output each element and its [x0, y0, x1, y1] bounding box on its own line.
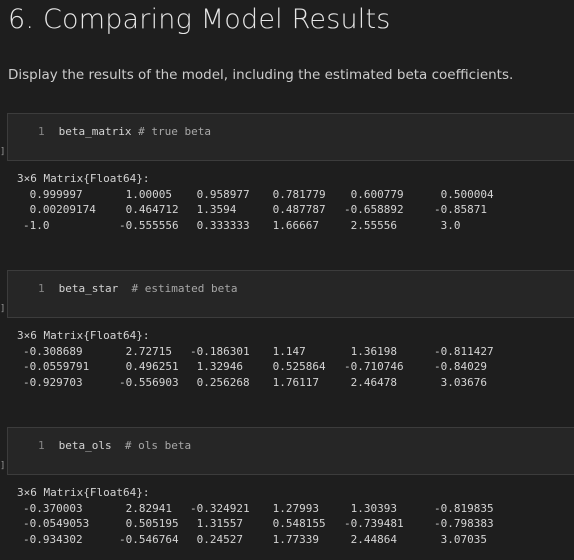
code-comment: # estimated beta	[131, 282, 238, 295]
matrix-cell: 2.44864	[344, 532, 397, 546]
output-matrix: 0.999997 1.00005 0.958977 0.781779 0.600…	[23, 187, 504, 234]
matrix-cell: 0.999997	[23, 187, 83, 201]
code-comment: # ols beta	[124, 439, 192, 452]
line-number: 1	[38, 439, 45, 452]
matrix-cell: 0.958977	[190, 187, 250, 201]
matrix-cell: 3.07035	[434, 532, 487, 546]
matrix-cell: 0.00209174	[23, 203, 96, 216]
matrix-cell: -0.186301	[190, 344, 250, 358]
matrix-cell: -0.0559791	[23, 360, 90, 373]
code-cell-beta-ols[interactable]: 1 beta_ols # ols beta	[7, 427, 574, 475]
matrix-cell: 1.76117	[266, 375, 319, 389]
matrix-row: -0.929703 -0.556903 0.256268 1.76117 2.46…	[23, 375, 504, 391]
code-line[interactable]: 1 beta_star # estimated beta	[38, 282, 237, 295]
output-header: 3×6 Matrix{Float64}:	[17, 486, 150, 499]
line-number: 1	[38, 282, 45, 295]
matrix-cell: 2.55556	[344, 218, 397, 232]
matrix-cell: -0.0549053	[23, 517, 90, 530]
code-text: beta_matrix	[58, 125, 132, 138]
cell-output-beta-ols: 3×6 Matrix{Float64}: -0.370003 2.82941 -0…	[17, 485, 504, 547]
matrix-cell: 0.505195	[119, 517, 179, 530]
matrix-cell: 1.66667	[266, 218, 319, 232]
matrix-cell: 3.03676	[434, 375, 487, 389]
matrix-cell: 1.00005	[119, 187, 172, 201]
matrix-cell: 0.548155	[266, 517, 326, 530]
section-description: Display the results of the model, includ…	[8, 67, 514, 83]
matrix-cell: 0.525864	[266, 360, 326, 373]
matrix-cell: -0.84029	[434, 360, 487, 373]
matrix-cell: 1.27993	[266, 501, 319, 515]
matrix-row: -0.308689 2.72715 -0.186301 1.147 1.36198…	[23, 344, 504, 360]
matrix-row: 0.00209174 0.464712 1.3594 0.487787 -0.65…	[23, 202, 504, 218]
cell-output-beta-star: 3×6 Matrix{Float64}: -0.308689 2.72715 -0…	[17, 328, 504, 390]
cell-marker: ]	[0, 461, 6, 471]
matrix-row: -0.370003 2.82941 -0.324921 1.27993 1.303…	[23, 501, 504, 517]
code-line[interactable]: 1 beta_matrix # true beta	[38, 125, 211, 138]
matrix-row: -0.0549053 0.505195 1.31557 0.548155 -0.7…	[23, 516, 504, 532]
matrix-cell: -0.739481	[344, 517, 404, 530]
code-cell-beta-matrix[interactable]: 1 beta_matrix # true beta	[7, 113, 574, 161]
matrix-cell: -1.0	[23, 218, 50, 232]
matrix-cell: -0.710746	[344, 360, 404, 373]
matrix-cell: -0.324921	[190, 501, 250, 515]
cell-output-beta-matrix: 3×6 Matrix{Float64}: 0.999997 1.00005 0.…	[17, 171, 504, 233]
matrix-cell: -0.929703	[23, 375, 83, 389]
matrix-cell: 1.77339	[266, 532, 319, 546]
matrix-cell: -0.934302	[23, 532, 83, 546]
matrix-cell: 2.82941	[119, 501, 172, 515]
matrix-cell: 0.600779	[344, 187, 404, 201]
matrix-cell: 0.256268	[190, 375, 250, 389]
matrix-cell: 0.24527	[190, 532, 243, 546]
matrix-cell: -0.819835	[434, 501, 494, 515]
code-text: beta_ols	[58, 439, 112, 452]
code-text: beta_star	[58, 282, 119, 295]
matrix-cell: 1.36198	[344, 344, 397, 358]
output-header: 3×6 Matrix{Float64}:	[17, 329, 150, 342]
matrix-row: 0.999997 1.00005 0.958977 0.781779 0.600…	[23, 187, 504, 203]
matrix-cell: 0.496251	[119, 360, 179, 373]
matrix-cell: 0.781779	[266, 187, 326, 201]
matrix-cell: 2.72715	[119, 344, 172, 358]
matrix-cell: 0.500004	[434, 187, 494, 201]
matrix-cell: 3.0	[434, 218, 461, 232]
output-matrix: -0.308689 2.72715 -0.186301 1.147 1.36198…	[23, 344, 504, 391]
line-number: 1	[38, 125, 45, 138]
matrix-cell: 0.333333	[190, 218, 250, 232]
matrix-cell: 1.147	[266, 344, 306, 358]
matrix-cell: 1.30393	[344, 501, 397, 515]
matrix-cell: -0.811427	[434, 344, 494, 358]
matrix-row: -1.0 -0.555556 0.333333 1.66667 2.55556 3…	[23, 218, 504, 234]
matrix-cell: 1.31557	[190, 517, 243, 530]
matrix-cell: 2.46478	[344, 375, 397, 389]
matrix-cell: -0.555556	[119, 218, 179, 232]
code-comment: # true beta	[138, 125, 211, 138]
matrix-cell: -0.85871	[434, 203, 487, 216]
cell-marker: ]	[0, 147, 6, 157]
matrix-cell: 0.464712	[119, 203, 179, 216]
output-header: 3×6 Matrix{Float64}:	[17, 172, 150, 185]
output-matrix: -0.370003 2.82941 -0.324921 1.27993 1.303…	[23, 501, 504, 548]
code-cell-beta-star[interactable]: 1 beta_star # estimated beta	[7, 270, 574, 318]
matrix-cell: 0.487787	[266, 203, 326, 216]
matrix-cell: 1.32946	[190, 360, 243, 373]
matrix-cell: -0.798383	[434, 517, 494, 530]
matrix-cell: -0.556903	[119, 375, 179, 389]
matrix-cell: -0.308689	[23, 344, 83, 358]
matrix-cell: -0.370003	[23, 501, 83, 515]
matrix-row: -0.934302 -0.546764 0.24527 1.77339 2.448…	[23, 532, 504, 548]
matrix-cell: 1.3594	[190, 203, 237, 216]
matrix-cell: -0.546764	[119, 532, 179, 546]
matrix-cell: -0.658892	[344, 203, 404, 216]
code-line[interactable]: 1 beta_ols # ols beta	[38, 439, 191, 452]
cell-marker: ]	[0, 304, 6, 314]
section-heading: 6. Comparing Model Results	[8, 4, 391, 35]
matrix-row: -0.0559791 0.496251 1.32946 0.525864 -0.7…	[23, 359, 504, 375]
